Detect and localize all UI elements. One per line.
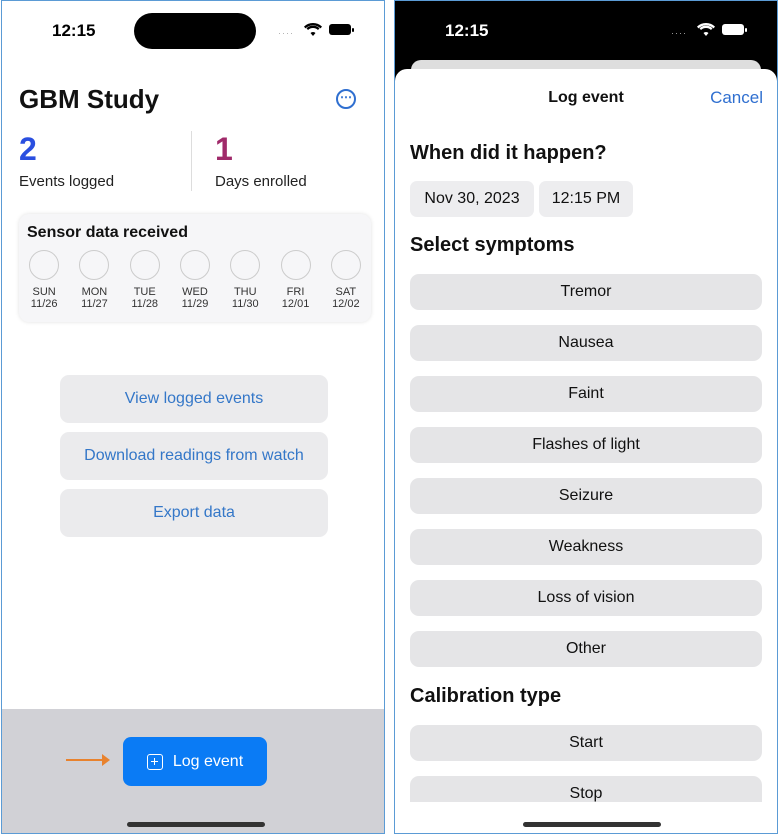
day-date: 11/28	[131, 298, 159, 310]
when-heading: When did it happen?	[410, 142, 607, 164]
day-date: 11/30	[231, 298, 259, 310]
day-name: TUE	[133, 286, 156, 298]
sensor-day: WED 11/29	[170, 250, 220, 310]
day-date: 12/02	[332, 298, 360, 310]
export-data-button[interactable]: Export data	[60, 489, 328, 537]
dynamic-island	[134, 13, 256, 49]
days-enrolled-value: 1	[215, 131, 233, 167]
symptom-option[interactable]: Tremor	[410, 274, 762, 310]
sensor-day: SAT 12/02	[321, 250, 371, 310]
stats-divider	[191, 131, 192, 191]
sensor-data-card: Sensor data received SUN 11/26 MON 11/27 TUE…	[19, 214, 371, 322]
day-status-circle	[330, 250, 361, 280]
wifi-icon	[697, 23, 715, 36]
time-picker[interactable]: 12:15 PM	[539, 181, 633, 217]
day-date: 11/26	[30, 298, 58, 310]
sheet-bottom-mask	[395, 802, 777, 833]
more-options-icon[interactable]: ⋯	[336, 89, 356, 109]
day-status-circle	[79, 250, 110, 280]
sensor-day: FRI 12/01	[270, 250, 320, 310]
day-name: WED	[182, 286, 208, 298]
status-bar: 12:15 ····	[2, 1, 384, 61]
sensor-day: SUN 11/26	[19, 250, 69, 310]
day-date: 11/27	[81, 298, 108, 310]
symptom-option[interactable]: Faint	[410, 376, 762, 412]
events-logged-label: Events logged	[19, 173, 115, 190]
sensor-day: MON 11/27	[69, 250, 119, 310]
log-event-button[interactable]: Log event	[123, 737, 267, 786]
day-status-circle	[29, 250, 60, 280]
download-readings-button[interactable]: Download readings from watch	[60, 432, 328, 480]
day-name: FRI	[286, 286, 305, 298]
home-screen: 12:15 ···· GBM Study ⋯ 2 Events logged 1…	[1, 0, 385, 834]
log-event-label: Log event	[172, 752, 244, 770]
log-event-screen: 12:15 ···· Log event Cancel When did it …	[394, 0, 778, 834]
day-name: THU	[233, 286, 257, 298]
home-indicator[interactable]	[523, 822, 661, 827]
signal-icon: ····	[671, 28, 687, 38]
day-name: SUN	[32, 286, 56, 298]
status-time: 12:15	[445, 21, 489, 40]
day-date: 12/01	[281, 298, 310, 310]
symptom-option[interactable]: Flashes of light	[410, 427, 762, 463]
calibration-option[interactable]: Start	[410, 725, 762, 761]
cancel-button[interactable]: Cancel	[710, 88, 763, 108]
day-name: MON	[81, 286, 108, 298]
days-enrolled-label: Days enrolled	[215, 173, 307, 190]
battery-icon	[722, 24, 747, 35]
symptom-option[interactable]: Seizure	[410, 478, 762, 514]
bottom-bar: Log event	[2, 709, 384, 833]
symptom-option[interactable]: Nausea	[410, 325, 762, 361]
signal-icon: ····	[278, 28, 294, 38]
battery-icon	[329, 24, 354, 35]
symptom-option[interactable]: Loss of vision	[410, 580, 762, 616]
wifi-icon	[304, 23, 322, 36]
home-indicator[interactable]	[127, 822, 265, 827]
sensor-card-title: Sensor data received	[27, 224, 188, 241]
symptom-option[interactable]: Other	[410, 631, 762, 667]
sensor-day: TUE 11/28	[120, 250, 170, 310]
page-title: GBM Study	[19, 84, 160, 114]
plus-square-icon	[146, 753, 163, 770]
day-status-circle	[230, 250, 261, 280]
day-status-circle	[280, 250, 311, 280]
symptoms-heading: Select symptoms	[410, 234, 575, 256]
sensor-day: THU 11/30	[220, 250, 270, 310]
date-picker[interactable]: Nov 30, 2023	[410, 181, 534, 217]
day-name: SAT	[335, 286, 357, 298]
day-status-circle	[129, 250, 160, 280]
calibration-heading: Calibration type	[410, 685, 562, 707]
day-status-circle	[179, 250, 210, 280]
annotation-arrow-icon	[66, 754, 110, 766]
sensor-days: SUN 11/26 MON 11/27 TUE 11/28 WED 11/29 THU 11/30…	[19, 250, 371, 310]
log-event-sheet: Log event Cancel When did it happen? Nov…	[395, 69, 777, 833]
day-date: 11/29	[181, 298, 209, 310]
symptom-option[interactable]: Weakness	[410, 529, 762, 565]
events-logged-value: 2	[19, 131, 37, 167]
view-logged-events-button[interactable]: View logged events	[60, 375, 328, 423]
status-time: 12:15	[52, 21, 96, 40]
status-bar: 12:15 ····	[395, 1, 777, 61]
